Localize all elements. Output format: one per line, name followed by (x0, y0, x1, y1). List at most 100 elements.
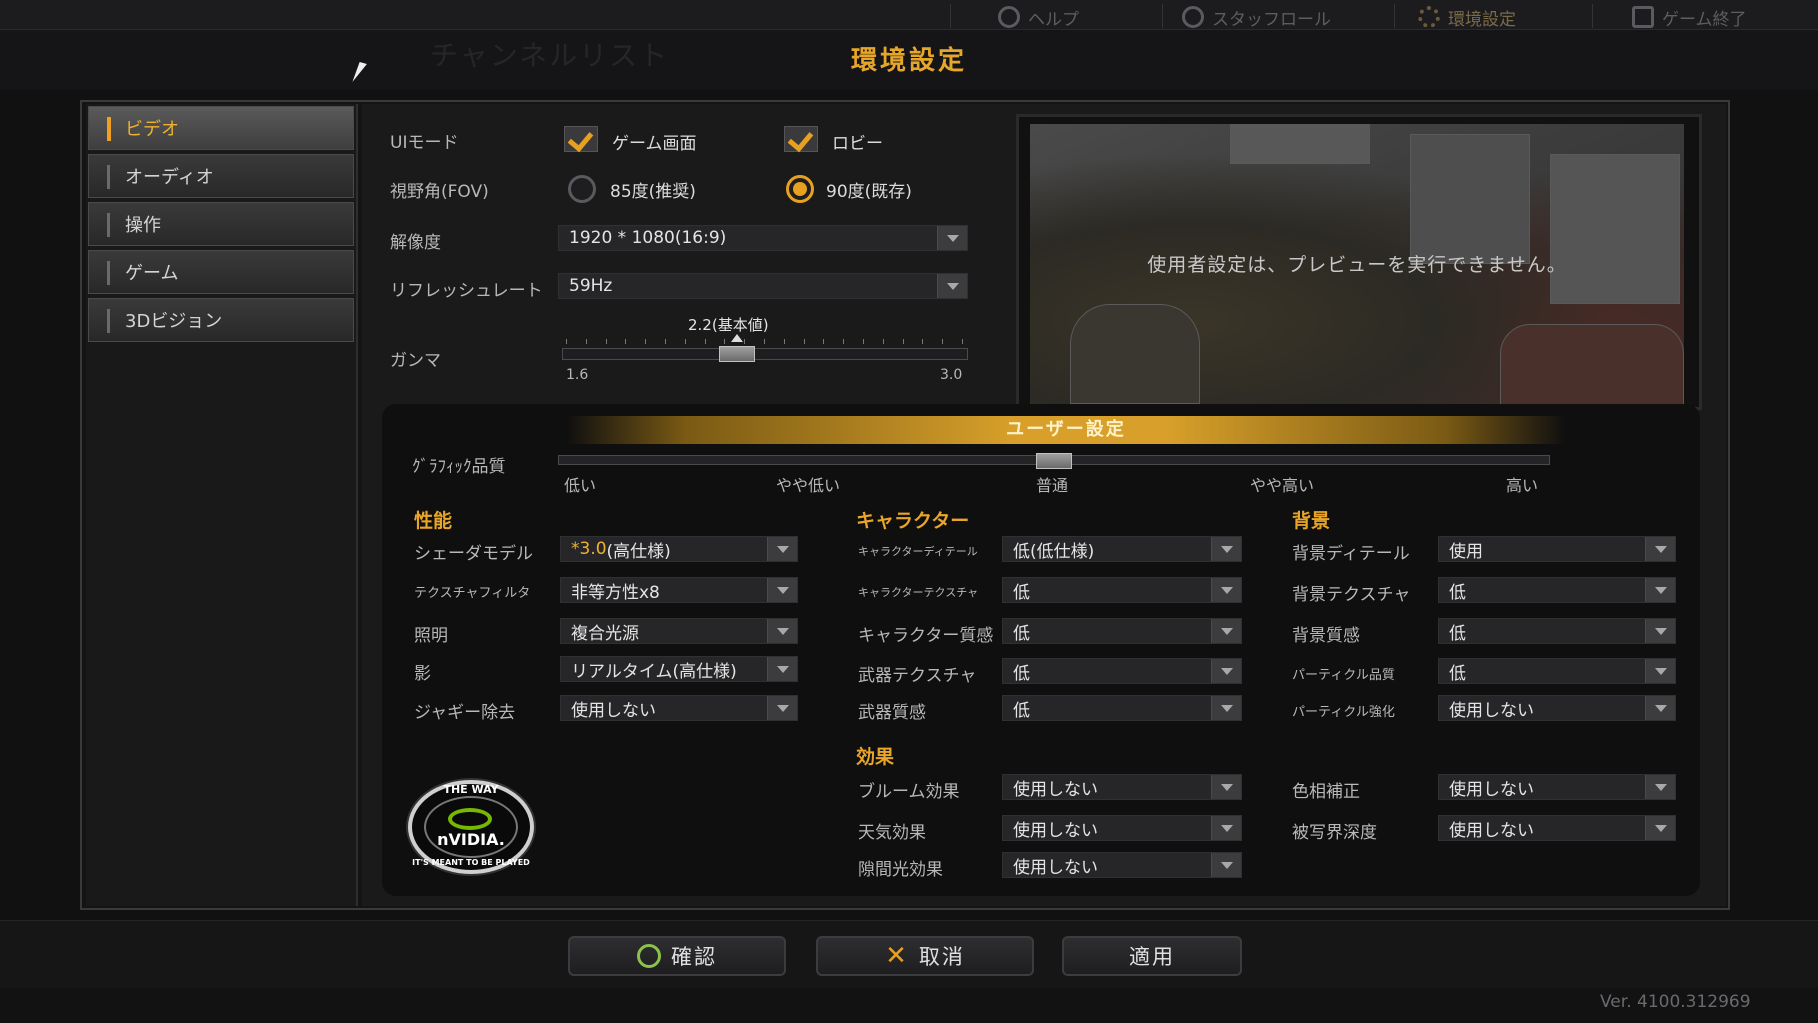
chevron-down-icon (1645, 696, 1675, 720)
fov-85-radio[interactable] (568, 175, 596, 203)
character-texture-dropdown[interactable]: 低 (1002, 577, 1242, 603)
gamma-tick-mark (585, 339, 587, 344)
god-ray-dropdown[interactable]: 使用しない (1002, 852, 1242, 878)
weapon-texture-dropdown[interactable]: 低 (1002, 658, 1242, 684)
shader-model-dropdown[interactable]: *3.0 (高仕様) (560, 536, 798, 562)
ui-mode-game-checkbox[interactable] (564, 126, 598, 152)
quality-tick-mid-high: やや高い (1250, 476, 1315, 495)
close-icon: ✕ (885, 941, 909, 971)
bloom-dropdown[interactable]: 使用しない (1002, 774, 1242, 800)
shader-model-value-suffix: (高仕様) (606, 541, 671, 562)
anti-aliasing-dropdown[interactable]: 使用しない (560, 695, 798, 721)
chevron-down-icon (1211, 659, 1241, 683)
chevron-down-icon (1211, 775, 1241, 799)
gamma-tick-mark (882, 339, 884, 344)
gamma-pointer-icon (730, 334, 743, 342)
chevron-down-icon (767, 537, 797, 561)
background-texture-label: 背景テクスチャ (1292, 585, 1411, 605)
particle-quality-label: パーティクル品質 (1292, 668, 1395, 683)
character-detail-dropdown[interactable]: 低(低仕様) (1002, 536, 1242, 562)
chevron-down-icon (1645, 578, 1675, 602)
lighting-dropdown[interactable]: 複合光源 (560, 618, 798, 644)
weapon-texture-label: 武器テクスチャ (858, 666, 977, 686)
menu-staff-roll[interactable]: スタッフロール (1182, 4, 1331, 30)
weapon-material-dropdown[interactable]: 低 (1002, 695, 1242, 721)
cancel-button[interactable]: ✕ 取消 (816, 936, 1034, 976)
background-texture-dropdown[interactable]: 低 (1438, 577, 1676, 603)
character-material-dropdown[interactable]: 低 (1002, 618, 1242, 644)
chevron-down-icon (1211, 578, 1241, 602)
chevron-down-icon (1645, 659, 1675, 683)
gamma-label: ガンマ (390, 351, 441, 371)
refresh-rate-dropdown[interactable]: 59Hz (558, 273, 968, 299)
refresh-rate-label: リフレッシュレート (390, 281, 543, 301)
confirm-button[interactable]: 確認 (568, 936, 786, 976)
gear-icon (1418, 6, 1440, 28)
weather-dropdown[interactable]: 使用しない (1002, 815, 1242, 841)
chevron-down-icon (1645, 537, 1675, 561)
chevron-down-icon (1211, 619, 1241, 643)
gamma-max-label: 3.0 (940, 367, 963, 383)
character-texture-label: キャラクターテクスチャ (858, 586, 979, 599)
gamma-tick-mark (823, 339, 825, 344)
tab-controls[interactable]: 操作 (88, 202, 354, 246)
chevron-down-icon (767, 657, 797, 681)
gamma-value: 2.2(基本値) (688, 316, 769, 334)
gamma-tick-mark (704, 339, 706, 344)
character-detail-label: キャラクターディテール (858, 545, 978, 558)
gamma-slider-thumb[interactable] (718, 346, 755, 362)
exit-icon (1632, 6, 1654, 28)
gamma-slider-track[interactable] (562, 348, 968, 360)
texture-filter-dropdown[interactable]: 非等方性x8 (560, 577, 798, 603)
quality-tick-normal: 普通 (1036, 476, 1069, 495)
ui-mode-lobby-checkbox[interactable] (784, 126, 818, 152)
fov-label: 視野角(FOV) (390, 182, 489, 202)
ui-mode-game-label: ゲーム画面 (612, 134, 697, 154)
fov-90-label: 90度(既存) (826, 182, 912, 202)
menu-quit[interactable]: ゲーム終了 (1632, 4, 1747, 30)
tab-audio[interactable]: オーディオ (88, 154, 354, 198)
tab-indicator (107, 117, 111, 141)
effects-section-title: 効果 (856, 746, 895, 768)
tab-3d-vision[interactable]: 3Dビジョン (88, 298, 354, 342)
tab-indicator (107, 309, 110, 333)
gamma-tick-mark (783, 339, 785, 344)
particle-quality-dropdown[interactable]: 低 (1438, 658, 1676, 684)
anti-aliasing-label: ジャギー除去 (414, 703, 516, 723)
gamma-tick-mark (684, 339, 686, 344)
background-material-dropdown[interactable]: 低 (1438, 618, 1676, 644)
gamma-tick-mark (803, 339, 805, 344)
chevron-down-icon (1211, 537, 1241, 561)
gamma-tick-mark (942, 339, 944, 344)
depth-of-field-label: 被写界深度 (1292, 823, 1377, 843)
background-detail-dropdown[interactable]: 使用 (1438, 536, 1676, 562)
apply-button[interactable]: 適用 (1062, 936, 1242, 976)
color-correction-dropdown[interactable]: 使用しない (1438, 774, 1676, 800)
particle-boost-dropdown[interactable]: 使用しない (1438, 695, 1676, 721)
gamma-tick-mark (645, 339, 647, 344)
performance-section-title: 性能 (414, 510, 453, 532)
shader-model-label: シェーダモデル (414, 544, 533, 564)
gamma-tick-mark (764, 339, 765, 344)
menu-help[interactable]: ヘルプ (998, 4, 1079, 30)
gamma-tick-mark (863, 339, 864, 344)
quality-tick-high: 高い (1506, 476, 1539, 495)
tab-indicator (107, 261, 110, 285)
tab-game[interactable]: ゲーム (88, 250, 354, 294)
resolution-dropdown[interactable]: 1920 * 1080(16:9) (558, 225, 968, 251)
nvidia-logo-top-text: THE WAY (443, 783, 499, 796)
graphic-quality-slider-thumb[interactable] (1036, 453, 1072, 469)
tab-indicator (107, 213, 110, 237)
chevron-down-icon (1645, 816, 1675, 840)
background-detail-label: 背景ディテール (1292, 544, 1410, 564)
menu-settings[interactable]: 環境設定 (1418, 4, 1516, 30)
circle-icon (637, 944, 661, 968)
dialog-title: 環境設定 (850, 46, 967, 76)
gamma-tick-mark (724, 339, 726, 344)
fov-90-radio[interactable] (786, 175, 814, 203)
tab-video[interactable]: ビデオ (88, 106, 354, 150)
depth-of-field-dropdown[interactable]: 使用しない (1438, 815, 1676, 841)
character-material-label: キャラクター質感 (858, 626, 994, 646)
gamma-tick-mark (605, 339, 607, 344)
shadow-dropdown[interactable]: リアルタイム(高仕様) (560, 656, 798, 682)
